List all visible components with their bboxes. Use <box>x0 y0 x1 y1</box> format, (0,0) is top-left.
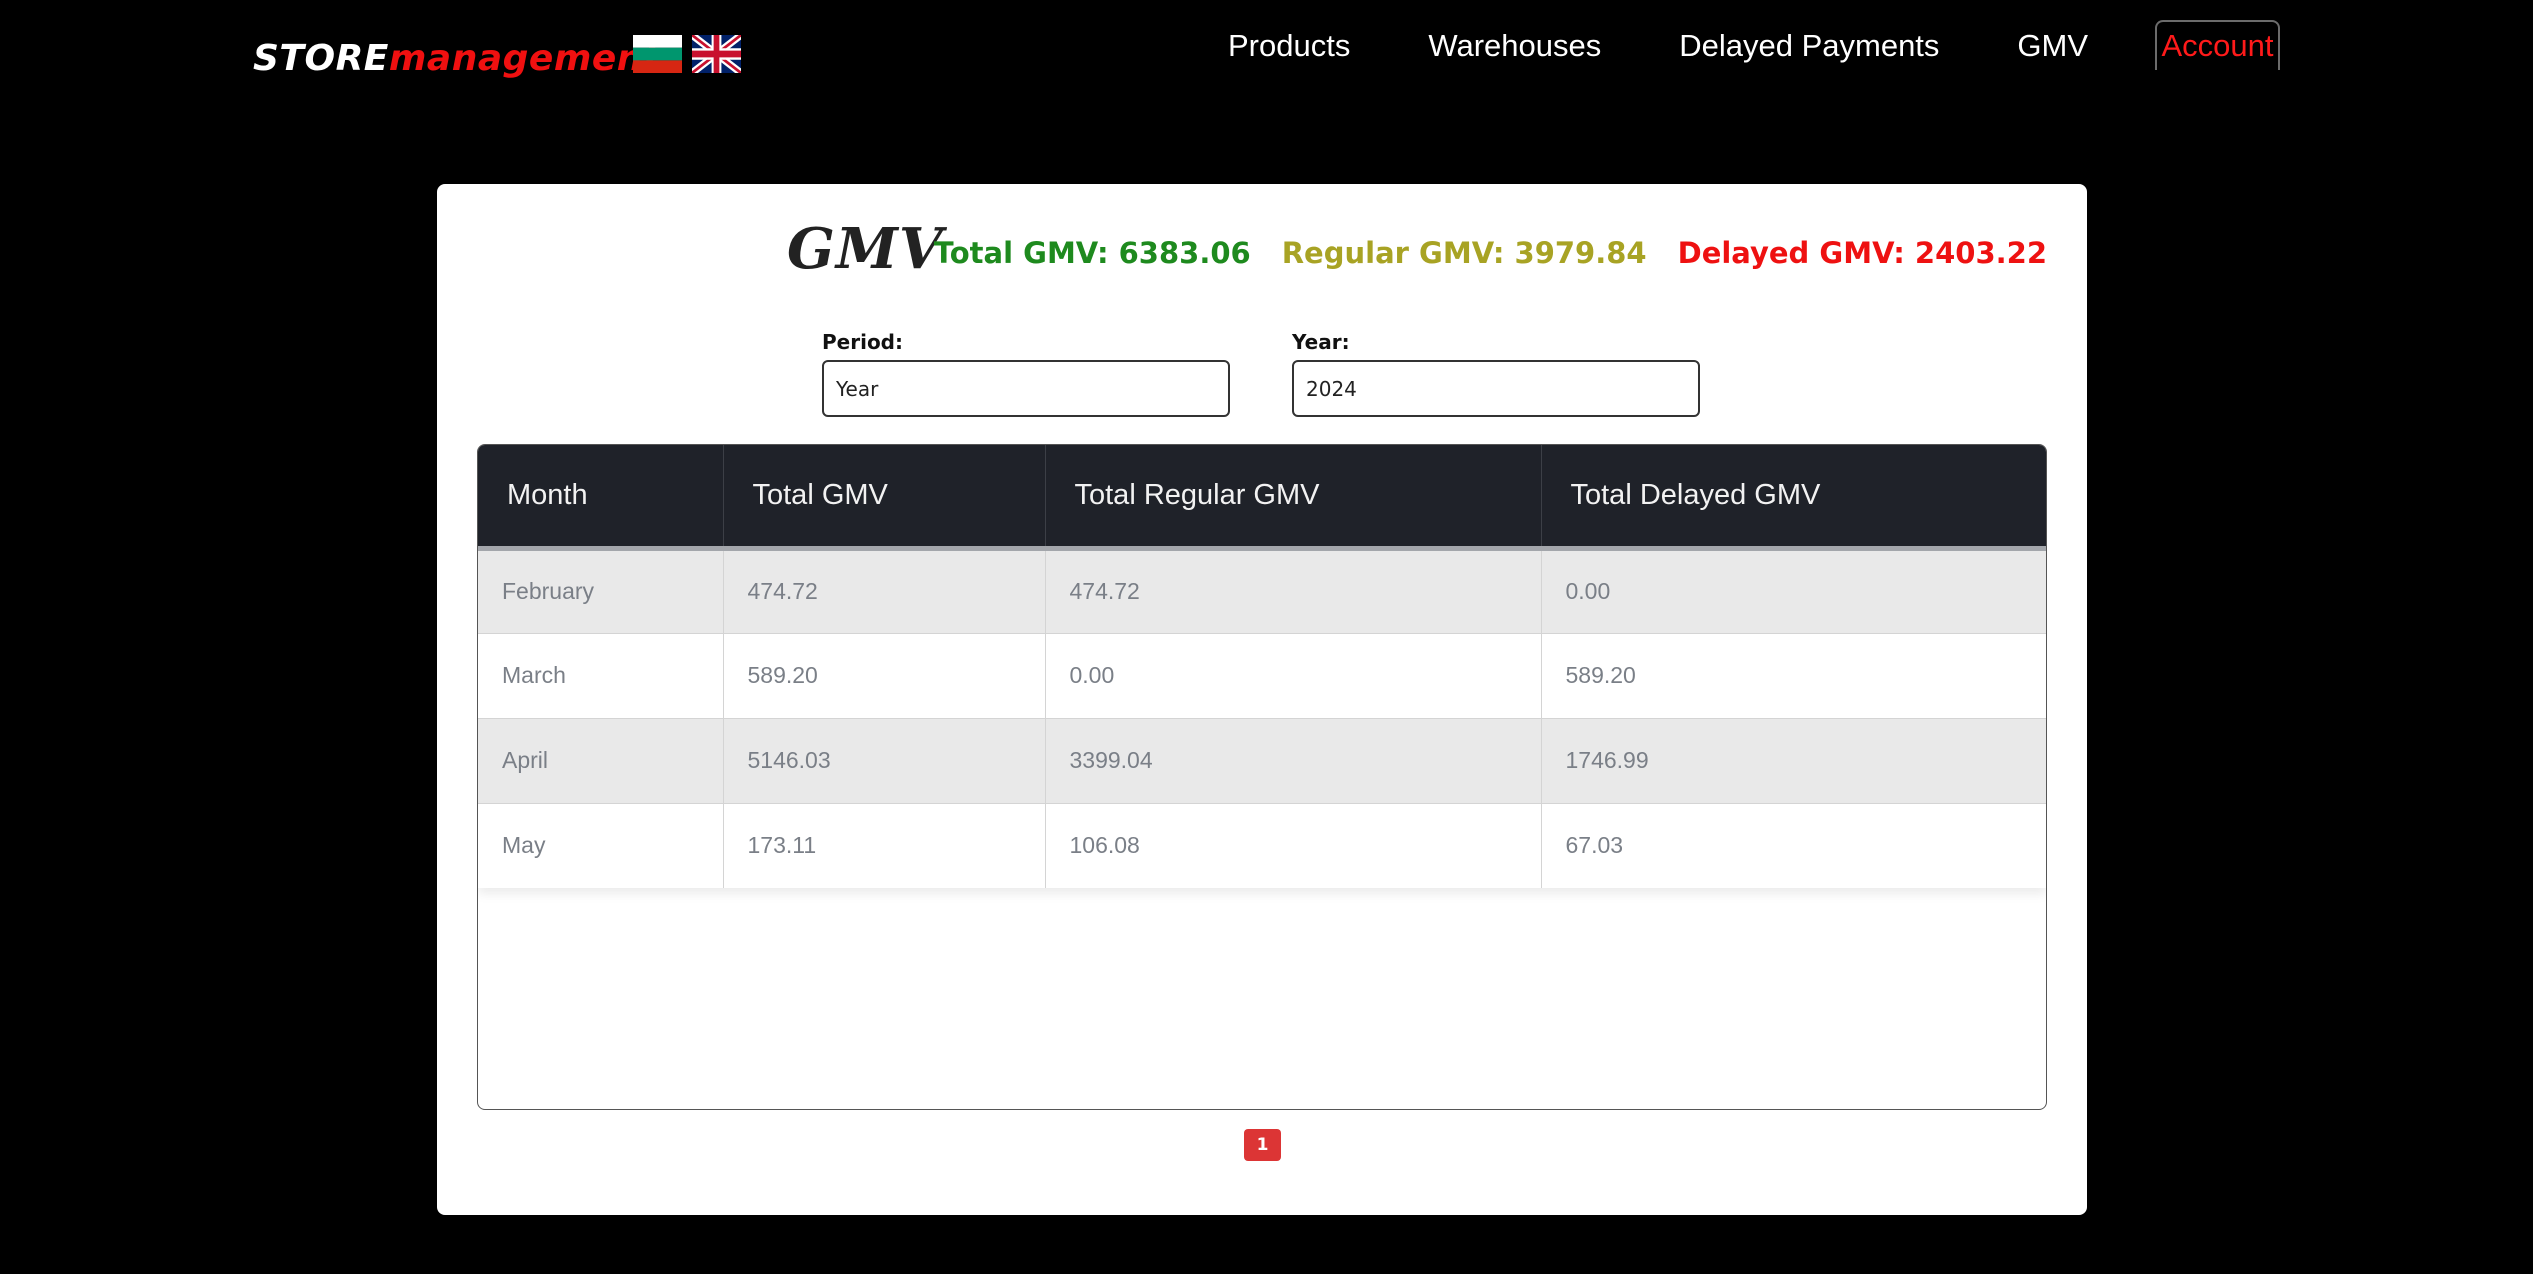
uk-flag-icon[interactable] <box>692 35 741 73</box>
gmv-table-container: Month Total GMV Total Regular GMV Total … <box>477 444 2047 1110</box>
period-select[interactable]: Year <box>822 360 1230 417</box>
cell-total-gmv: 173.11 <box>723 803 1046 888</box>
header-total-delayed-gmv[interactable]: Total Delayed GMV <box>1541 445 2046 548</box>
cell-regular-gmv: 106.08 <box>1045 803 1542 888</box>
header-month[interactable]: Month <box>478 445 724 548</box>
cell-regular-gmv: 0.00 <box>1045 633 1542 718</box>
table-row: April 5146.03 3399.04 1746.99 <box>478 718 2046 803</box>
main-nav: Products Warehouses Delayed Payments GMV <box>1228 18 2166 74</box>
table-row: May 173.11 106.08 67.03 <box>478 803 2046 888</box>
delayed-gmv-summary: Delayed GMV: 2403.22 <box>1677 236 2047 270</box>
nav-warehouses[interactable]: Warehouses <box>1428 28 1601 64</box>
pagination-page-button[interactable]: 1 <box>1244 1129 1281 1161</box>
cell-regular-gmv: 3399.04 <box>1045 718 1542 803</box>
nav-gmv[interactable]: GMV <box>2017 28 2088 64</box>
regular-gmv-summary: Regular GMV: 3979.84 <box>1281 236 1647 270</box>
nav-products[interactable]: Products <box>1228 28 1350 64</box>
cell-month: April <box>478 718 724 803</box>
gmv-table: Month Total GMV Total Regular GMV Total … <box>478 445 2046 888</box>
table-row: March 589.20 0.00 589.20 <box>478 633 2046 718</box>
cell-regular-gmv: 474.72 <box>1045 548 1542 633</box>
total-gmv-summary: Total GMV: 6383.06 <box>933 236 1251 270</box>
header-total-regular-gmv[interactable]: Total Regular GMV <box>1045 445 1542 548</box>
table-header-row: Month Total GMV Total Regular GMV Total … <box>478 445 2046 548</box>
cell-delayed-gmv: 1746.99 <box>1565 747 1649 773</box>
cell-delayed-gmv: 67.03 <box>1565 832 1624 859</box>
table-row: February 474.72 474.72 0.00 <box>478 548 2046 633</box>
gmv-card: GMV Total GMV: 6383.06 Regular GMV: 3979… <box>437 184 2087 1215</box>
year-input[interactable]: 2024 <box>1292 360 1700 417</box>
cell-delayed-gmv: 0.00 <box>1565 578 1611 604</box>
brand-management-text: management <box>388 37 661 79</box>
period-filter: Period: Year <box>822 330 1230 417</box>
gmv-summary: Total GMV: 6383.06 Regular GMV: 3979.84 … <box>903 236 2047 270</box>
brand-logo[interactable]: STORE management <box>253 30 661 86</box>
cell-month: March <box>478 633 724 718</box>
nav-delayed-payments[interactable]: Delayed Payments <box>1679 28 1939 64</box>
period-label: Period: <box>822 330 903 354</box>
cell-total-gmv: 474.72 <box>723 548 1046 633</box>
cell-total-gmv: 589.20 <box>723 633 1046 718</box>
header-total-gmv[interactable]: Total GMV <box>723 445 1046 548</box>
cell-delayed-gmv: 589.20 <box>1565 662 1636 688</box>
bulgaria-flag-icon[interactable] <box>633 35 682 73</box>
year-label: Year: <box>1292 330 1350 354</box>
cell-month: May <box>478 803 724 888</box>
nav-account[interactable]: Account <box>2155 20 2280 70</box>
cell-month: February <box>478 548 724 633</box>
year-filter: Year: 2024 <box>1292 330 1700 417</box>
brand-store-text: STORE <box>253 37 389 79</box>
cell-total-gmv: 5146.03 <box>723 718 1046 803</box>
top-navbar: STORE management Products Warehouses Dela… <box>0 0 2533 110</box>
